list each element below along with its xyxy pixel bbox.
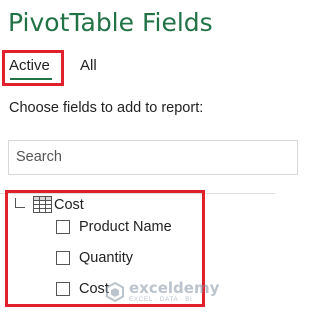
- search-box: [8, 140, 298, 175]
- watermark-name: exceldemy: [129, 279, 220, 297]
- choose-fields-label: Choose fields to add to report:: [9, 100, 204, 116]
- field-checkbox[interactable]: [56, 220, 70, 234]
- search-input[interactable]: [9, 141, 266, 172]
- collapse-icon[interactable]: [15, 198, 25, 208]
- field-item-product-name[interactable]: Product Name: [56, 216, 172, 238]
- tab-all[interactable]: All: [80, 57, 97, 74]
- field-item-quantity[interactable]: Quantity: [56, 247, 133, 269]
- pane-title: PivotTable Fields: [8, 8, 213, 37]
- field-checkbox[interactable]: [56, 282, 70, 296]
- table-name: Cost: [54, 197, 84, 213]
- table-icon: [33, 196, 52, 213]
- exceldemy-logo-icon: [106, 282, 124, 303]
- watermark-tagline: EXCEL · DATA · BI: [129, 296, 193, 303]
- field-label: Quantity: [79, 250, 133, 266]
- pivottable-fields-pane: PivotTable Fields Active All Choose fiel…: [0, 0, 298, 326]
- active-tab-indicator: [10, 78, 52, 80]
- field-checkbox[interactable]: [56, 251, 70, 265]
- field-item-cost[interactable]: Cost: [56, 278, 109, 300]
- field-label: Product Name: [79, 219, 172, 235]
- tab-active[interactable]: Active: [9, 57, 50, 74]
- watermark-logo: exceldemy EXCEL · DATA · BI: [105, 281, 219, 304]
